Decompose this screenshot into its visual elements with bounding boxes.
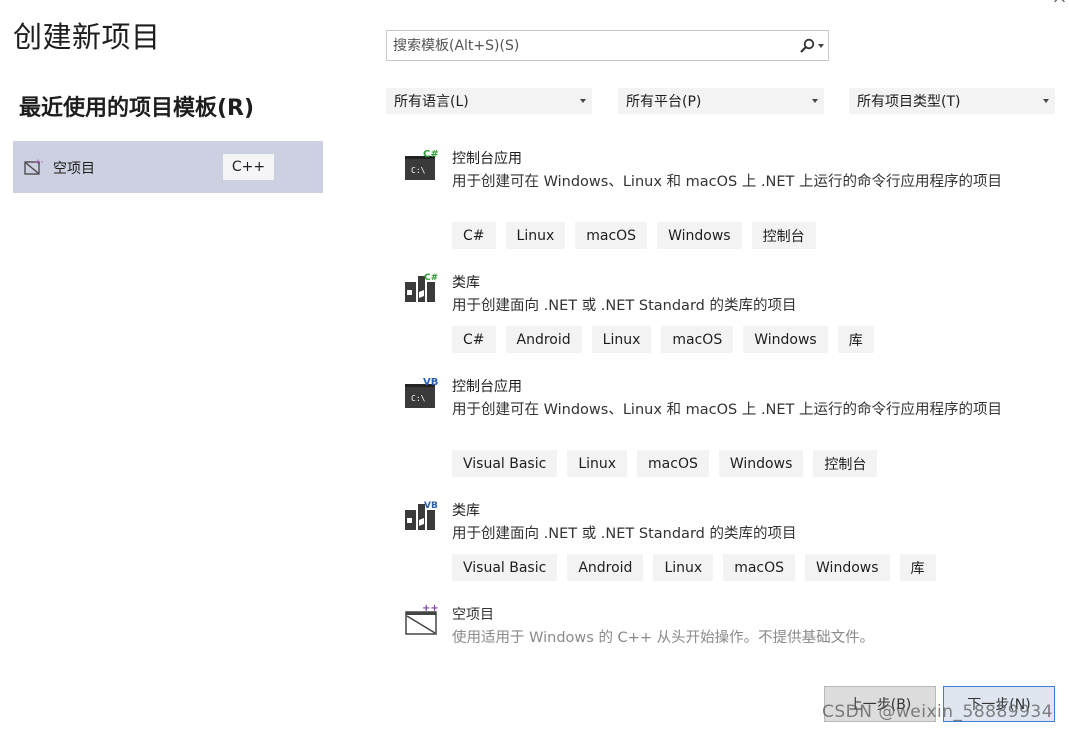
tag-chip: C# [452, 326, 496, 353]
recent-template-label: 空项目 [53, 161, 95, 177]
class-library-csharp-icon: C# [405, 273, 438, 302]
tag-chip: C# [452, 222, 496, 249]
tag-chip: Windows [718, 450, 804, 477]
tag-chip: Visual Basic [452, 450, 558, 477]
tag-chip: Android [505, 326, 582, 353]
template-tags: Visual Basic Android Linux macOS Windows… [452, 554, 936, 581]
search-button[interactable] [794, 31, 828, 60]
console-app-vb-icon: C:\ VB [405, 377, 438, 408]
template-tags: Visual Basic Linux macOS Windows 控制台 [452, 450, 878, 477]
tag-chip: Windows [805, 554, 890, 581]
template-name: 控制台应用 [452, 379, 522, 395]
empty-project-cpp-icon: ++ [405, 603, 439, 635]
svg-text:C:\: C:\ [411, 166, 426, 175]
platform-filter-value: 所有平台(P) [626, 94, 702, 110]
empty-project-icon: ++ [24, 158, 43, 175]
template-description: 用于创建可在 Windows、Linux 和 macOS 上 .NET 上运行的… [452, 174, 1003, 190]
tag-chip: macOS [723, 554, 796, 581]
svg-text:VB: VB [424, 501, 438, 511]
language-filter-value: 所有语言(L) [394, 94, 469, 110]
language-filter-dropdown[interactable]: 所有语言(L) [386, 88, 592, 114]
recent-template-item[interactable]: ++ 空项目 C++ [13, 141, 323, 193]
svg-text:VB: VB [423, 377, 438, 388]
tag-chip: macOS [661, 326, 734, 353]
template-description: 使用适用于 Windows 的 C++ 从头开始操作。不提供基础文件。 [452, 630, 875, 646]
watermark: CSDN @weixin_58889934 [822, 702, 1054, 722]
svg-text:++: ++ [35, 158, 43, 166]
tag-chip: 库 [837, 326, 874, 353]
close-icon[interactable] [1055, 0, 1065, 2]
tag-chip: Linux [653, 554, 714, 581]
class-library-vb-icon: VB [405, 501, 438, 530]
tag-chip: macOS [575, 222, 648, 249]
svg-text:C#: C# [423, 149, 439, 160]
svg-text:++: ++ [422, 603, 439, 614]
tag-chip: 控制台 [751, 222, 816, 249]
svg-text:C:\: C:\ [411, 394, 426, 403]
tag-chip: macOS [637, 450, 709, 477]
template-tags: C# Linux macOS Windows 控制台 [452, 222, 816, 249]
chevron-down-icon [817, 43, 824, 48]
page-title: 创建新项目 [13, 20, 161, 54]
chevron-down-icon [1043, 99, 1049, 103]
platform-filter-dropdown[interactable]: 所有平台(P) [618, 88, 824, 114]
svg-text:C#: C# [424, 273, 438, 283]
template-description: 用于创建面向 .NET 或 .NET Standard 的类库的项目 [452, 298, 797, 314]
tag-chip: Android [567, 554, 644, 581]
search-input[interactable] [387, 31, 794, 60]
search-icon [799, 38, 814, 53]
tag-chip: Windows [657, 222, 742, 249]
window-controls [1009, 0, 1065, 2]
tag-chip: 控制台 [813, 450, 878, 477]
tag-chip: Linux [505, 222, 566, 249]
project-type-filter-value: 所有项目类型(T) [857, 94, 961, 110]
project-type-filter-dropdown[interactable]: 所有项目类型(T) [849, 88, 1055, 114]
template-name: 控制台应用 [452, 151, 522, 167]
template-name: 类库 [452, 503, 480, 519]
template-description: 用于创建可在 Windows、Linux 和 macOS 上 .NET 上运行的… [452, 402, 1003, 418]
tag-chip: Visual Basic [452, 554, 558, 581]
tag-chip: Windows [743, 326, 828, 353]
search-box[interactable] [386, 30, 829, 61]
console-app-csharp-icon: C:\ C# [405, 149, 439, 180]
template-description: 用于创建面向 .NET 或 .NET Standard 的类库的项目 [452, 526, 797, 542]
template-name: 空项目 [452, 607, 494, 623]
tag-chip: 库 [899, 554, 936, 581]
template-tags: C# Android Linux macOS Windows 库 [452, 326, 874, 353]
recent-templates-heading: 最近使用的项目模板(R) [19, 96, 255, 121]
tag-chip: Linux [567, 450, 628, 477]
recent-template-language-tag: C++ [223, 154, 274, 180]
tag-chip: Linux [591, 326, 652, 353]
chevron-down-icon [580, 99, 586, 103]
template-name: 类库 [452, 275, 480, 291]
chevron-down-icon [812, 99, 818, 103]
